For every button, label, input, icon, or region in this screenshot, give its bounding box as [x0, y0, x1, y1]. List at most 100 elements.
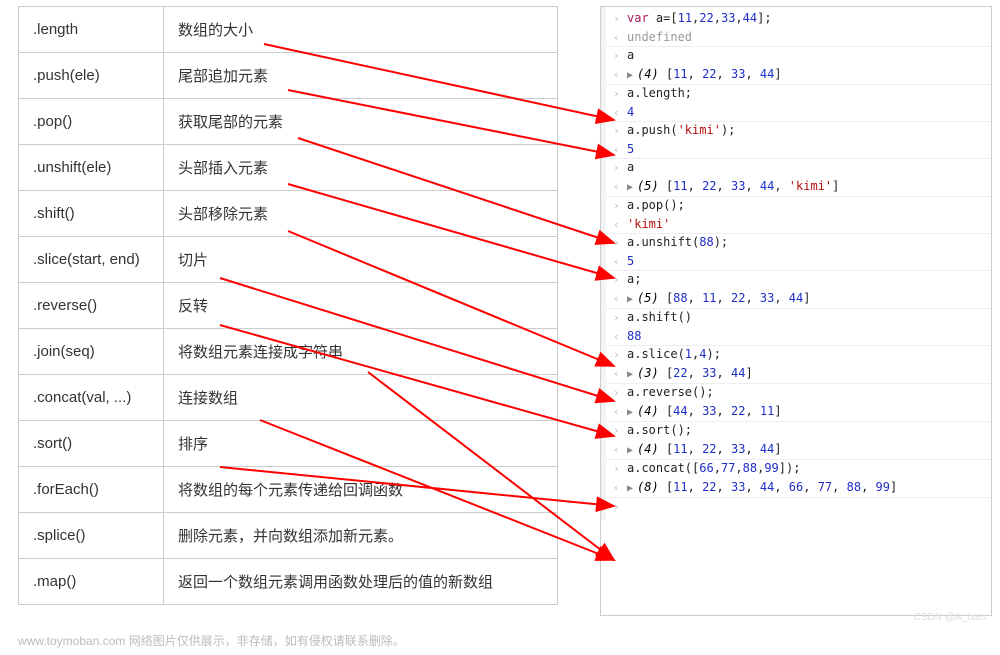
triangle-right-icon: ▶	[627, 407, 633, 418]
table-row: .unshift(ele)头部插入元素	[19, 145, 558, 191]
chevron-left-icon: ‹	[613, 216, 627, 234]
chevron-right-icon: ›	[613, 498, 627, 516]
console-line-content: 88	[627, 328, 641, 346]
chevron-right-icon: ›	[613, 271, 627, 289]
table-row: .sort()排序	[19, 421, 558, 467]
console-output-line: ‹▶(5) [11, 22, 33, 44, 'kimi']	[601, 177, 991, 197]
console-output-line: ‹▶(4) [11, 22, 33, 44]	[601, 65, 991, 85]
console-line-content: a.push('kimi');	[627, 122, 735, 140]
console-output-line: ‹'kimi'	[601, 215, 991, 234]
footer-watermark: www.toymoban.com 网络图片仅供展示，非存储，如有侵权请联系删除。	[18, 632, 405, 649]
console-output-line: ‹▶(8) [11, 22, 33, 44, 66, 77, 88, 99]	[601, 478, 991, 498]
console-panel: ›var a=[11,22,33,44];‹undefined›a‹▶(4) […	[600, 6, 992, 616]
method-desc-cell: 获取尾部的元素	[164, 99, 558, 145]
console-input-line: ›a	[601, 46, 991, 65]
chevron-right-icon: ›	[613, 47, 627, 65]
console-input-line: ›a;	[601, 270, 991, 289]
chevron-right-icon: ›	[613, 460, 627, 478]
console-line-content: ▶(5) [11, 22, 33, 44, 'kimi']	[627, 178, 839, 197]
console-input-line: ›a.sort();	[601, 421, 991, 440]
chevron-left-icon: ‹	[613, 290, 627, 308]
triangle-right-icon: ▶	[627, 483, 633, 494]
footer-right-watermark: CSDN @A_bats	[914, 612, 986, 623]
chevron-right-icon: ›	[613, 234, 627, 252]
console-line-content: 5	[627, 253, 634, 271]
console-line-content: a.shift()	[627, 309, 692, 327]
triangle-right-icon: ▶	[627, 445, 633, 456]
console-input-line: ›a	[601, 158, 991, 177]
method-name-cell: .reverse()	[19, 283, 164, 329]
triangle-right-icon: ▶	[627, 294, 633, 305]
method-name-cell: .forEach()	[19, 467, 164, 513]
chevron-left-icon: ‹	[613, 29, 627, 47]
console-line-content: ▶(4) [11, 22, 33, 44]	[627, 441, 782, 460]
console-input-line: ›a.shift()	[601, 308, 991, 327]
method-name-cell: .unshift(ele)	[19, 145, 164, 191]
chevron-right-icon: ›	[613, 85, 627, 103]
method-name-cell: .shift()	[19, 191, 164, 237]
chevron-right-icon: ›	[613, 10, 627, 28]
console-input-line: ›a.reverse();	[601, 383, 991, 402]
method-desc-cell: 反转	[164, 283, 558, 329]
console-line-content: a.length;	[627, 85, 692, 103]
method-desc-cell: 将数组元素连接成字符串	[164, 329, 558, 375]
method-name-cell: .map()	[19, 559, 164, 605]
console-output-line: ‹▶(5) [88, 11, 22, 33, 44]	[601, 289, 991, 309]
table-row: .splice()删除元素，并向数组添加新元素。	[19, 513, 558, 559]
console-line-content: a.reverse();	[627, 384, 714, 402]
chevron-left-icon: ‹	[613, 104, 627, 122]
chevron-left-icon: ‹	[613, 66, 627, 84]
console-line-content: ▶(5) [88, 11, 22, 33, 44]	[627, 290, 810, 309]
console-line-content: 'kimi'	[627, 216, 670, 234]
table-row: .join(seq)将数组元素连接成字符串	[19, 329, 558, 375]
console-line-content: a.slice(1,4);	[627, 346, 721, 364]
console-input-line: ›a.slice(1,4);	[601, 345, 991, 364]
method-desc-cell: 切片	[164, 237, 558, 283]
chevron-left-icon: ‹	[613, 479, 627, 497]
method-name-cell: .splice()	[19, 513, 164, 559]
chevron-left-icon: ‹	[613, 141, 627, 159]
console-input-line: ›a.concat([66,77,88,99]);	[601, 459, 991, 478]
console-output-line: ‹▶(4) [11, 22, 33, 44]	[601, 440, 991, 460]
chevron-right-icon: ›	[613, 422, 627, 440]
console-line-content: var a=[11,22,33,44];	[627, 10, 772, 28]
methods-table: .length数组的大小.push(ele)尾部追加元素.pop()获取尾部的元…	[18, 6, 558, 605]
method-name-cell: .push(ele)	[19, 53, 164, 99]
console-line-content: a.sort();	[627, 422, 692, 440]
console-input-line: ›var a=[11,22,33,44];	[601, 9, 991, 28]
console-line-content: 5	[627, 141, 634, 159]
table-row: .forEach()将数组的每个元素传递给回调函数	[19, 467, 558, 513]
console-line-content: a;	[627, 271, 641, 289]
chevron-left-icon: ‹	[613, 441, 627, 459]
console-input-line: ›a.pop();	[601, 196, 991, 215]
console-line-content: ▶(3) [22, 33, 44]	[627, 365, 753, 384]
method-desc-cell: 头部移除元素	[164, 191, 558, 237]
chevron-left-icon: ‹	[613, 328, 627, 346]
chevron-left-icon: ‹	[613, 253, 627, 271]
chevron-right-icon: ›	[613, 309, 627, 327]
page-root: .length数组的大小.push(ele)尾部追加元素.pop()获取尾部的元…	[0, 0, 1000, 655]
console-output: ›var a=[11,22,33,44];‹undefined›a‹▶(4) […	[601, 7, 991, 520]
console-output-line: ‹5	[601, 140, 991, 159]
table-row: .length数组的大小	[19, 7, 558, 53]
console-line-content: undefined	[627, 29, 692, 47]
console-line-content: a.pop();	[627, 197, 685, 215]
method-desc-cell: 连接数组	[164, 375, 558, 421]
triangle-right-icon: ▶	[627, 369, 633, 380]
method-name-cell: .join(seq)	[19, 329, 164, 375]
table-row: .reverse()反转	[19, 283, 558, 329]
chevron-left-icon: ‹	[613, 403, 627, 421]
table-row: .pop()获取尾部的元素	[19, 99, 558, 145]
console-output-line: ‹5	[601, 252, 991, 271]
chevron-left-icon: ‹	[613, 178, 627, 196]
console-line-content: 4	[627, 104, 634, 122]
console-output-line: ‹undefined	[601, 28, 991, 47]
method-desc-cell: 将数组的每个元素传递给回调函数	[164, 467, 558, 513]
table-row: .map()返回一个数组元素调用函数处理后的值的新数组	[19, 559, 558, 605]
methods-panel: .length数组的大小.push(ele)尾部追加元素.pop()获取尾部的元…	[0, 0, 560, 655]
method-desc-cell: 排序	[164, 421, 558, 467]
method-name-cell: .slice(start, end)	[19, 237, 164, 283]
console-line-content: a.unshift(88);	[627, 234, 728, 252]
console-line-content: ▶(4) [11, 22, 33, 44]	[627, 66, 782, 85]
chevron-right-icon: ›	[613, 384, 627, 402]
